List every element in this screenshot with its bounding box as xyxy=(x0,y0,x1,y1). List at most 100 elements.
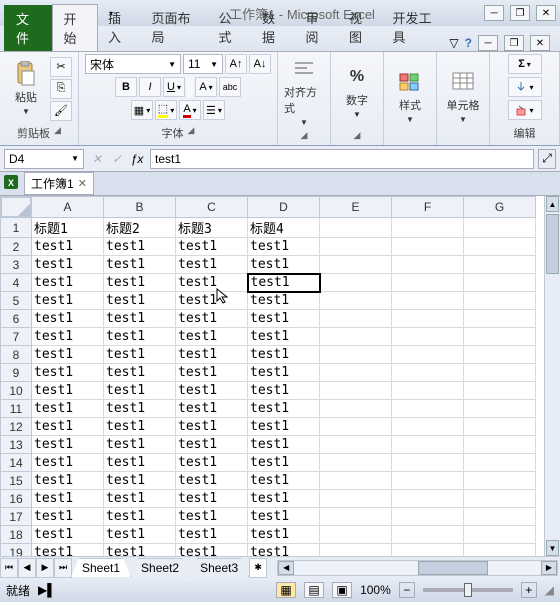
cell[interactable]: test1 xyxy=(176,256,248,274)
cell[interactable]: test1 xyxy=(176,490,248,508)
row-header[interactable]: 15 xyxy=(1,472,32,490)
cell[interactable]: test1 xyxy=(32,490,104,508)
cell[interactable]: test1 xyxy=(248,508,320,526)
sheet-nav-last-icon[interactable]: ⏭ xyxy=(54,558,72,578)
macro-record-icon[interactable]: ▶▌ xyxy=(38,583,56,597)
horizontal-scrollbar[interactable]: ◀ ▶ xyxy=(277,560,558,576)
cell[interactable] xyxy=(464,346,536,364)
cell[interactable]: test1 xyxy=(248,310,320,328)
cell[interactable]: test1 xyxy=(248,256,320,274)
row-header[interactable]: 2 xyxy=(1,238,32,256)
ribbon-tab-2[interactable]: 页面布局 xyxy=(141,4,208,51)
cell[interactable] xyxy=(320,418,392,436)
workbook-minimize-button[interactable]: ─ xyxy=(478,35,498,51)
ribbon-tab-1[interactable]: 插入 xyxy=(98,4,142,51)
font-color-button[interactable]: A xyxy=(179,100,201,120)
resize-grip-icon[interactable]: ◢ xyxy=(545,583,554,597)
cell[interactable]: test1 xyxy=(32,526,104,544)
cell[interactable]: test1 xyxy=(32,274,104,292)
cell[interactable] xyxy=(464,274,536,292)
new-sheet-icon[interactable]: ✱ xyxy=(249,558,267,578)
col-header[interactable]: E xyxy=(320,197,392,218)
cell[interactable]: test1 xyxy=(176,418,248,436)
cell[interactable]: test1 xyxy=(32,346,104,364)
cell[interactable]: test1 xyxy=(176,436,248,454)
cell[interactable] xyxy=(320,256,392,274)
cell[interactable]: test1 xyxy=(248,382,320,400)
scroll-right-icon[interactable]: ▶ xyxy=(541,561,557,575)
cell[interactable]: test1 xyxy=(248,364,320,382)
cell[interactable]: test1 xyxy=(32,544,104,557)
cell[interactable]: test1 xyxy=(32,436,104,454)
cell[interactable] xyxy=(392,544,464,557)
cell[interactable]: test1 xyxy=(176,508,248,526)
row-header[interactable]: 18 xyxy=(1,526,32,544)
cell[interactable]: test1 xyxy=(176,364,248,382)
format-painter-icon[interactable]: 🖌 xyxy=(50,101,72,121)
cut-icon[interactable]: ✂ xyxy=(50,57,72,77)
cell[interactable] xyxy=(464,490,536,508)
cell[interactable] xyxy=(320,382,392,400)
cell[interactable] xyxy=(392,382,464,400)
cell[interactable] xyxy=(464,508,536,526)
alignment-launcher-icon[interactable]: ◢ xyxy=(301,130,308,141)
cell-format-button[interactable]: ☰ xyxy=(203,100,225,120)
cell[interactable] xyxy=(464,218,536,238)
cell[interactable]: test1 xyxy=(32,472,104,490)
formula-input[interactable]: test1 xyxy=(150,149,534,169)
cell[interactable] xyxy=(320,364,392,382)
cell[interactable]: test1 xyxy=(248,274,320,292)
row-header[interactable]: 19 xyxy=(1,544,32,557)
zoom-in-button[interactable]: + xyxy=(521,582,537,598)
cell[interactable] xyxy=(464,436,536,454)
file-tab[interactable]: 文件 xyxy=(4,5,52,51)
cell[interactable] xyxy=(320,454,392,472)
fill-button[interactable] xyxy=(508,77,542,97)
cell[interactable]: test1 xyxy=(104,454,176,472)
cell[interactable] xyxy=(392,472,464,490)
cell[interactable] xyxy=(392,256,464,274)
workbook-close-button[interactable]: ✕ xyxy=(530,35,550,51)
cell[interactable]: test1 xyxy=(176,382,248,400)
name-box[interactable]: D4▼ xyxy=(4,149,84,169)
sheet-nav-first-icon[interactable]: ⏮ xyxy=(0,558,18,578)
cell[interactable]: test1 xyxy=(176,274,248,292)
alignment-button[interactable]: 对齐方式▼ xyxy=(284,56,324,127)
cell[interactable] xyxy=(464,328,536,346)
hscroll-thumb[interactable] xyxy=(418,561,488,575)
row-header[interactable]: 12 xyxy=(1,418,32,436)
cell[interactable]: test1 xyxy=(248,346,320,364)
cell[interactable]: test1 xyxy=(176,544,248,557)
cell[interactable]: test1 xyxy=(104,400,176,418)
cell[interactable]: test1 xyxy=(176,526,248,544)
cell[interactable]: test1 xyxy=(248,454,320,472)
ribbon-tab-0[interactable]: 开始 xyxy=(52,4,98,51)
row-header[interactable]: 1 xyxy=(1,218,32,238)
cell[interactable]: test1 xyxy=(104,436,176,454)
cell[interactable]: test1 xyxy=(104,418,176,436)
cell[interactable] xyxy=(320,218,392,238)
clear-button[interactable] xyxy=(508,100,542,120)
sheet-tab-sheet2[interactable]: Sheet2 xyxy=(130,558,190,577)
sheet-nav-next-icon[interactable]: ▶ xyxy=(36,558,54,578)
cell[interactable] xyxy=(392,274,464,292)
cell[interactable]: test1 xyxy=(104,472,176,490)
fill-color-button[interactable]: ⬚ xyxy=(155,100,177,120)
cell[interactable]: test1 xyxy=(176,400,248,418)
cell[interactable] xyxy=(320,292,392,310)
cell[interactable] xyxy=(464,382,536,400)
row-header[interactable]: 4 xyxy=(1,274,32,292)
italic-button[interactable]: I xyxy=(139,77,161,97)
cell[interactable]: test1 xyxy=(248,436,320,454)
workbook-restore-button[interactable]: ❐ xyxy=(504,35,524,51)
cell[interactable]: test1 xyxy=(32,382,104,400)
cell[interactable] xyxy=(464,310,536,328)
ribbon-tab-3[interactable]: 公式 xyxy=(208,4,252,51)
cell[interactable]: 标题4 xyxy=(248,218,320,238)
zoom-slider[interactable] xyxy=(423,588,513,592)
vscroll-thumb[interactable] xyxy=(546,214,559,274)
cell[interactable] xyxy=(320,526,392,544)
col-header[interactable]: F xyxy=(392,197,464,218)
cell[interactable]: test1 xyxy=(176,454,248,472)
cell[interactable] xyxy=(392,292,464,310)
